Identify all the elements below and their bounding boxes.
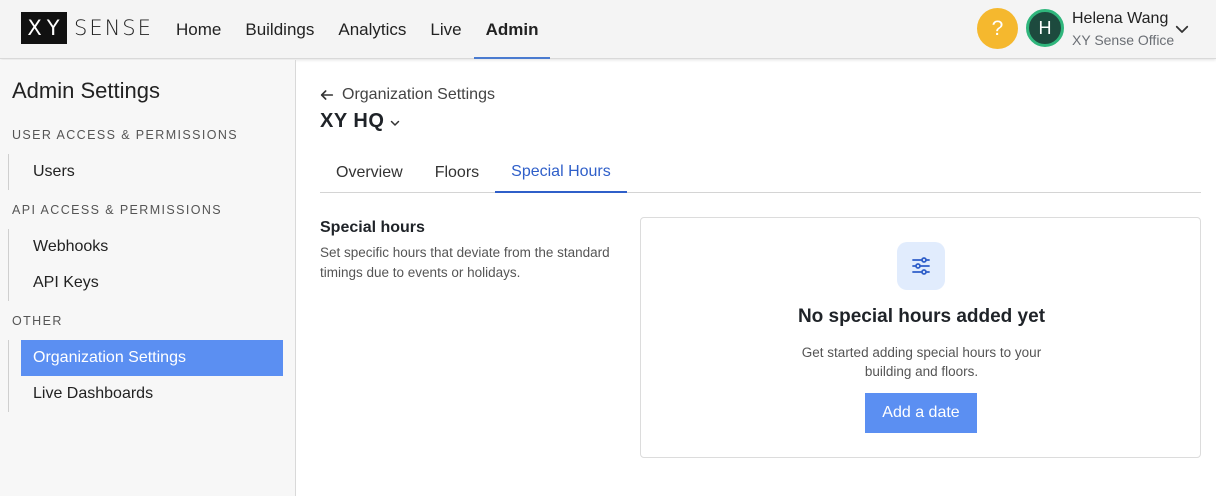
empty-state-card: No special hours added yet Get started a… bbox=[640, 217, 1201, 458]
sidebar-item-users[interactable]: Users bbox=[21, 154, 283, 190]
top-navigation-bar: XY SENSE Home Buildings Analytics Live A… bbox=[0, 0, 1216, 59]
user-organization: XY Sense Office bbox=[1072, 32, 1175, 48]
chevron-down-icon bbox=[391, 120, 400, 126]
avatar[interactable]: H bbox=[1026, 9, 1064, 47]
site-selector[interactable]: XY HQ bbox=[320, 110, 401, 133]
nav-item-buildings[interactable]: Buildings bbox=[233, 0, 326, 59]
tab-floors[interactable]: Floors bbox=[419, 153, 495, 193]
section-heading: Special hours bbox=[320, 219, 425, 236]
sidebar-item-live-dashboards[interactable]: Live Dashboards bbox=[21, 376, 283, 412]
nav-item-admin[interactable]: Admin bbox=[473, 0, 551, 59]
xysense-logo[interactable]: XY SENSE bbox=[21, 12, 153, 44]
section-label-user-access: USER ACCESS & PERMISSIONS bbox=[12, 128, 239, 142]
section-label-api-access: API ACCESS & PERMISSIONS bbox=[12, 203, 223, 217]
logo-mark: XY bbox=[21, 12, 67, 44]
tab-special-hours[interactable]: Special Hours bbox=[495, 153, 627, 193]
chevron-down-icon[interactable] bbox=[1173, 20, 1191, 38]
help-button[interactable]: ? bbox=[977, 8, 1018, 49]
tab-overview[interactable]: Overview bbox=[320, 153, 419, 193]
page-title: XY HQ bbox=[320, 110, 385, 132]
nav-item-home[interactable]: Home bbox=[164, 0, 233, 59]
add-date-button[interactable]: Add a date bbox=[865, 393, 977, 433]
empty-state-text: Get started adding special hours to your… bbox=[801, 345, 1042, 379]
main-nav: Home Buildings Analytics Live Admin bbox=[164, 0, 551, 59]
sidebar-title: Admin Settings bbox=[12, 78, 160, 103]
sidebar-item-api-keys[interactable]: API Keys bbox=[21, 265, 283, 301]
nav-item-live[interactable]: Live bbox=[418, 0, 473, 59]
empty-state-icon-box bbox=[897, 242, 945, 290]
admin-sidebar: Admin Settings USER ACCESS & PERMISSIONS… bbox=[0, 60, 296, 496]
sidebar-item-organization-settings[interactable]: Organization Settings bbox=[21, 340, 283, 376]
arrow-left-icon bbox=[320, 90, 334, 100]
breadcrumb[interactable]: Organization Settings bbox=[319, 85, 495, 105]
section-description: Set specific hours that deviate from the… bbox=[320, 245, 610, 280]
sidebar-item-webhooks[interactable]: Webhooks bbox=[21, 229, 283, 265]
user-name[interactable]: Helena Wang bbox=[1072, 10, 1168, 28]
nav-item-analytics[interactable]: Analytics bbox=[326, 0, 418, 59]
settings-tabs: Overview Floors Special Hours bbox=[320, 153, 1201, 193]
group-divider bbox=[8, 340, 9, 412]
group-divider bbox=[8, 229, 9, 301]
section-label-other: OTHER bbox=[12, 314, 63, 328]
sliders-icon bbox=[912, 257, 930, 275]
breadcrumb-label: Organization Settings bbox=[342, 86, 495, 103]
empty-state-title: No special hours added yet bbox=[797, 306, 1046, 327]
group-divider bbox=[8, 154, 9, 190]
logo-word: SENSE bbox=[74, 16, 153, 40]
